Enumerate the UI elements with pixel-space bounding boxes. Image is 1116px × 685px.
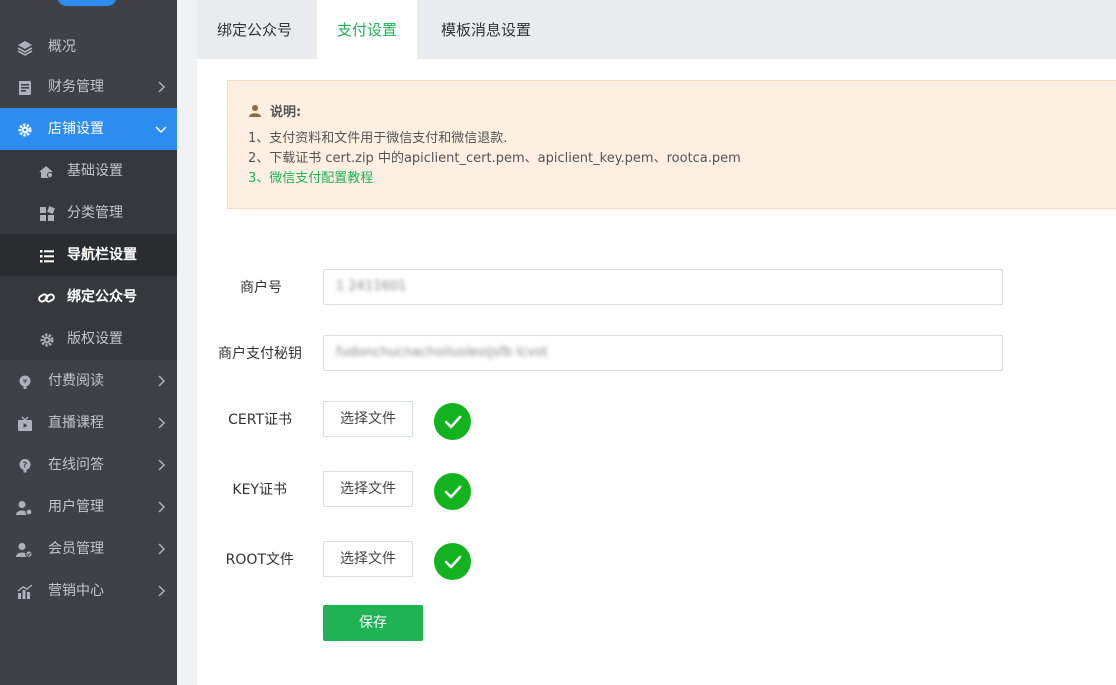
sidebar-item-label: 基础设置: [67, 163, 123, 179]
merchant-id-input[interactable]: 1 2411601: [323, 269, 1003, 305]
sidebar-item-marketing[interactable]: 营销中心: [0, 570, 177, 612]
save-button[interactable]: 保存: [323, 605, 423, 641]
user-gear-icon: [16, 499, 33, 516]
chevron-right-icon: [158, 543, 166, 555]
tab-bind-account[interactable]: 绑定公众号: [197, 0, 312, 59]
sidebar-item-finance[interactable]: 财务管理: [0, 66, 177, 108]
main-area: 绑定公众号 支付设置 模板消息设置 说明: 1、支付资料和文件用于微信支付和微信…: [177, 0, 1116, 685]
chevron-right-icon: [158, 417, 166, 429]
user-icon: [249, 104, 261, 117]
sidebar-item-live-course[interactable]: 直播课程: [0, 402, 177, 444]
gear-icon: [16, 121, 33, 138]
sidebar-item-bind-account[interactable]: 绑定公众号: [0, 276, 177, 318]
chevron-right-icon: [158, 585, 166, 597]
sidebar-item-basic-settings[interactable]: 基础设置: [0, 150, 177, 192]
notice-box: 说明: 1、支付资料和文件用于微信支付和微信退款. 2、下载证书 cert.zi…: [227, 80, 1116, 209]
tab-bar: 绑定公众号 支付设置 模板消息设置: [197, 0, 1116, 59]
video-icon: [16, 415, 33, 432]
sidebar-item-label: 导航栏设置: [67, 247, 137, 263]
svg-text:?: ?: [22, 460, 27, 469]
key-file-button[interactable]: 选择文件: [323, 471, 413, 507]
member-icon: [16, 541, 33, 558]
chart-icon: [16, 583, 33, 600]
sidebar-item-overview[interactable]: 概况: [0, 26, 177, 68]
notice-line-2: 2、下载证书 cert.zip 中的apiclient_cert.pem、api…: [248, 151, 741, 166]
sidebar-item-label: 用户管理: [48, 499, 104, 515]
sidebar-item-nav-settings[interactable]: 导航栏设置: [0, 234, 177, 276]
merchant-id-value: 1 2411601: [336, 279, 407, 294]
finance-icon: [16, 79, 33, 96]
sidebar-item-store-settings[interactable]: 店铺设置: [0, 108, 177, 150]
list-icon: [38, 247, 55, 264]
notice-title-text: 说明:: [270, 105, 302, 120]
cert-check-icon: [434, 403, 471, 440]
notice-title: 说明:: [248, 101, 301, 120]
content-panel: 绑定公众号 支付设置 模板消息设置 说明: 1、支付资料和文件用于微信支付和微信…: [197, 0, 1116, 685]
tab-payment-settings[interactable]: 支付设置: [317, 0, 418, 59]
notice-tutorial-link[interactable]: 3、微信支付配置教程: [248, 169, 373, 189]
sidebar-item-label: 营销中心: [48, 583, 104, 599]
chevron-right-icon: [158, 459, 166, 471]
svg-text:¥: ¥: [22, 377, 27, 385]
sidebar-item-label: 分类管理: [67, 205, 123, 221]
sidebar-item-online-qa[interactable]: ? 在线问答: [0, 444, 177, 486]
sidebar-item-copyright[interactable]: 版权设置: [0, 318, 177, 360]
notice-line-1: 1、支付资料和文件用于微信支付和微信退款.: [248, 131, 508, 146]
chevron-right-icon: [158, 501, 166, 513]
grid-icon: [38, 205, 55, 222]
cert-file-button[interactable]: 选择文件: [323, 401, 413, 437]
sidebar-item-label: 会员管理: [48, 541, 104, 557]
key-check-icon: [434, 473, 471, 510]
sidebar-item-label: 付费阅读: [48, 373, 104, 389]
secret-label: 商户支付秘钥: [218, 346, 302, 362]
sidebar-item-label: 财务管理: [48, 79, 104, 95]
sidebar-item-label: 直播课程: [48, 415, 104, 431]
sidebar-item-paid-reading[interactable]: ¥ 付费阅读: [0, 360, 177, 402]
chevron-down-icon: [155, 126, 167, 134]
question-icon: ?: [16, 457, 33, 474]
tab-template-message[interactable]: 模板消息设置: [421, 0, 551, 59]
sidebar-item-label: 绑定公众号: [67, 289, 137, 305]
root-check-icon: [434, 543, 471, 580]
sidebar-item-label: 在线问答: [48, 457, 104, 473]
sidebar-item-category[interactable]: 分类管理: [0, 192, 177, 234]
coin-icon: ¥: [16, 373, 33, 390]
root-label: ROOT文件: [225, 552, 294, 568]
secret-value: fudonchucnachoilusleoijsfb lcvot: [336, 345, 548, 360]
root-file-button[interactable]: 选择文件: [323, 541, 413, 577]
link-icon: [38, 289, 55, 306]
cert-label: CERT证书: [228, 412, 292, 428]
sidebar-item-user-mgmt[interactable]: 用户管理: [0, 486, 177, 528]
key-label: KEY证书: [232, 482, 287, 498]
secret-input[interactable]: fudonchucnachoilusleoijsfb lcvot: [323, 335, 1003, 371]
sidebar-item-label: 概况: [48, 39, 76, 55]
chevron-right-icon: [158, 81, 166, 93]
sidebar-item-member-mgmt[interactable]: 会员管理: [0, 528, 177, 570]
sidebar-item-label: 店铺设置: [48, 121, 104, 137]
logo-pill: [57, 0, 117, 6]
house-icon: [38, 163, 55, 180]
gear-icon: [38, 331, 55, 348]
merchant-id-label: 商户号: [240, 280, 282, 296]
sidebar-item-label: 版权设置: [67, 331, 123, 347]
layers-icon: [16, 39, 33, 56]
sidebar: 概况 财务管理 店铺设置 基础设置 分类管理 导航栏设置 绑定公众号 版权设置 …: [0, 0, 177, 685]
chevron-right-icon: [158, 375, 166, 387]
